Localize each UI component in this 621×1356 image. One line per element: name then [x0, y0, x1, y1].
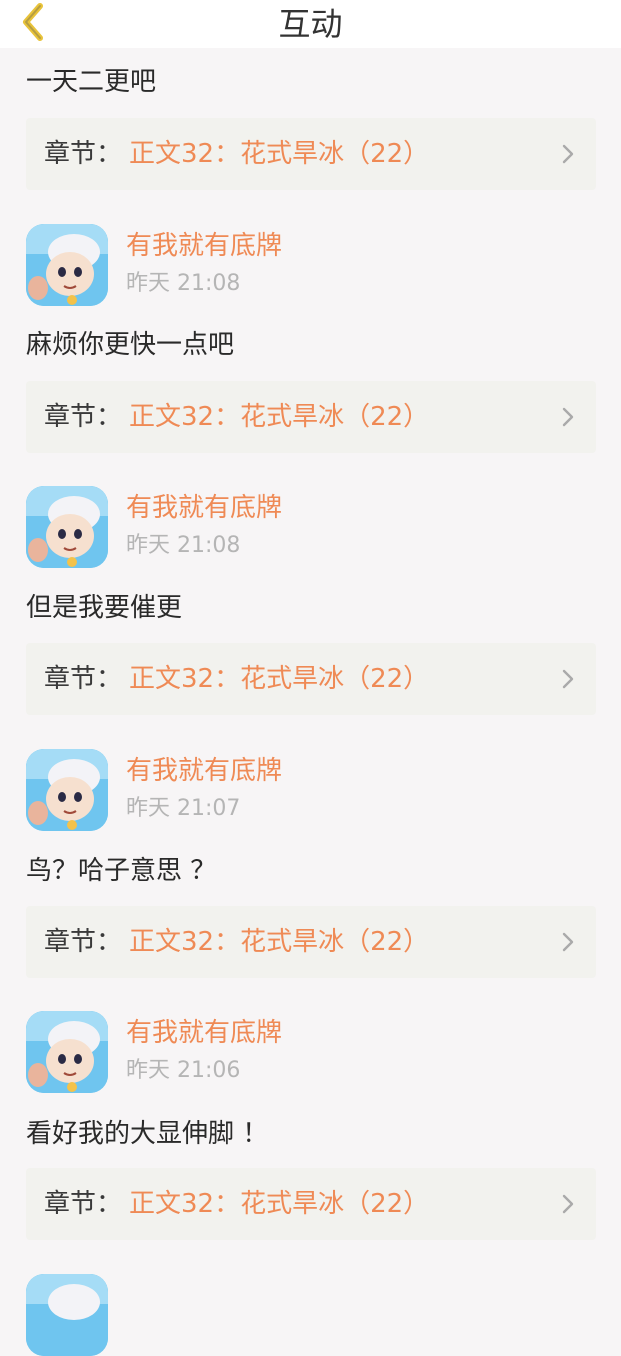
- comment-text: 一天二更吧: [26, 67, 157, 97]
- chapter-prefix: 章节：: [44, 139, 123, 169]
- username[interactable]: 有我就有底牌: [126, 753, 282, 789]
- chapter-prefix: 章节：: [44, 927, 123, 957]
- comment-text: 看好我的大显伸脚 ！: [26, 1119, 269, 1149]
- avatar[interactable]: [26, 486, 108, 568]
- comment-text: 鸟？哈子意思 ？: [26, 856, 217, 886]
- avatar-image: [26, 1011, 108, 1093]
- avatar[interactable]: [26, 1274, 108, 1356]
- avatar-image: [26, 749, 108, 831]
- timestamp: 昨天 21:08: [126, 271, 241, 296]
- top-bar: 互动: [0, 0, 621, 48]
- comment-text: 麻烦你更快一点吧: [26, 330, 235, 360]
- username[interactable]: 有我就有底牌: [126, 490, 282, 526]
- chapter-link[interactable]: 章节： 正文32：花式旱冰（22）: [26, 1168, 596, 1240]
- chapter-link[interactable]: 章节： 正文32：花式旱冰（22）: [26, 906, 596, 978]
- avatar[interactable]: [26, 224, 108, 306]
- chapter-title: 正文32：花式旱冰（22）: [129, 664, 430, 694]
- timestamp: 昨天 21:06: [126, 1058, 241, 1083]
- username[interactable]: 有我就有底牌: [126, 1015, 282, 1051]
- chevron-right-icon: [562, 407, 574, 427]
- timestamp: 昨天 21:07: [126, 796, 241, 821]
- chapter-link[interactable]: 章节： 正文32：花式旱冰（22）: [26, 643, 596, 715]
- chapter-title: 正文32：花式旱冰（22）: [129, 1189, 430, 1219]
- timestamp: 昨天 21:08: [126, 533, 241, 558]
- chapter-prefix: 章节：: [44, 1189, 123, 1219]
- chapter-link[interactable]: 章节： 正文32：花式旱冰（22）: [26, 118, 596, 190]
- avatar-image: [26, 224, 108, 306]
- avatar-image: [26, 1274, 108, 1356]
- chevron-right-icon: [562, 1194, 574, 1214]
- comment-header: 有我就有底牌 昨天 21:08: [26, 486, 596, 570]
- chevron-right-icon: [562, 932, 574, 952]
- comment-header: 有我就有底牌 昨天 21:06: [26, 1011, 596, 1095]
- chapter-title: 正文32：花式旱冰（22）: [129, 927, 430, 957]
- avatar-image: [26, 486, 108, 568]
- chapter-prefix: 章节：: [44, 664, 123, 694]
- chapter-title: 正文32：花式旱冰（22）: [129, 402, 430, 432]
- comment-text: 但是我要催更: [26, 593, 183, 623]
- chevron-right-icon: [562, 144, 574, 164]
- chapter-title: 正文32：花式旱冰（22）: [129, 139, 430, 169]
- chevron-right-icon: [562, 669, 574, 689]
- chapter-prefix: 章节：: [44, 402, 123, 432]
- chapter-link[interactable]: 章节： 正文32：花式旱冰（22）: [26, 381, 596, 453]
- page-title: 互动: [278, 5, 343, 43]
- comment-header: 有我就有底牌 昨天 21:08: [26, 224, 596, 308]
- comment-header: 有我就有底牌 昨天 21:07: [26, 749, 596, 833]
- avatar[interactable]: [26, 749, 108, 831]
- username[interactable]: 有我就有底牌: [126, 228, 282, 264]
- avatar[interactable]: [26, 1011, 108, 1093]
